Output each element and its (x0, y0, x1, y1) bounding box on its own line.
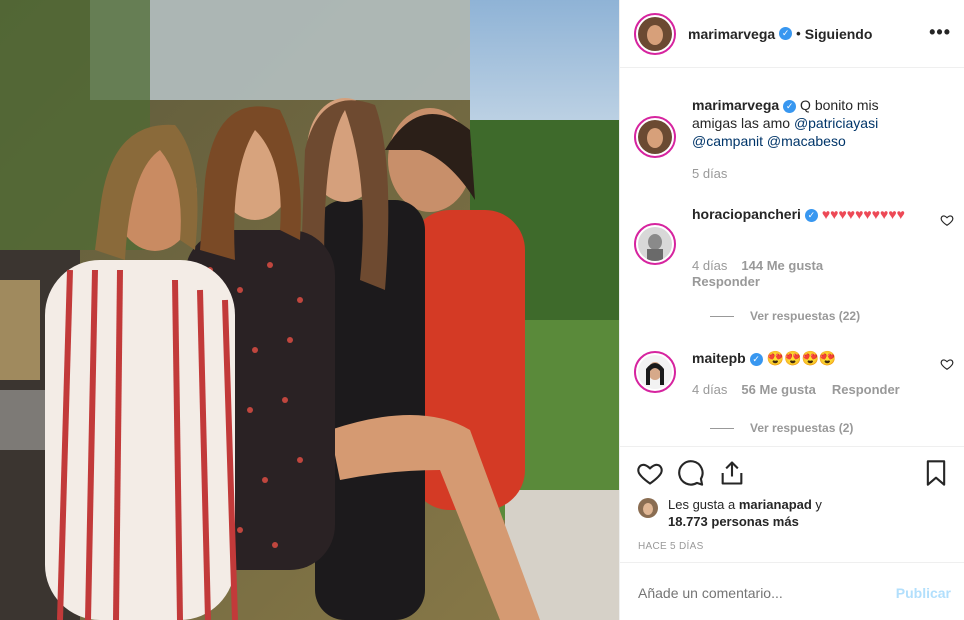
share-icon[interactable] (718, 459, 746, 487)
view-replies-button[interactable]: Ver respuestas (22) (710, 309, 860, 323)
mention-link[interactable]: @patriciayasi (794, 115, 878, 131)
post-photo[interactable] (0, 0, 619, 620)
liker-username[interactable]: marianapad (739, 497, 812, 512)
comment-time: 4 días (692, 382, 728, 397)
comment-body: ♥♥♥♥♥♥♥♥♥♥ (821, 206, 905, 222)
liker-avatar[interactable] (638, 498, 658, 518)
post-header: marimarvega ✓ • Siguiendo ••• (620, 0, 964, 68)
more-options-icon[interactable]: ••• (929, 22, 951, 43)
likes-text: Les gusta a marianapad y 18.773 personas… (668, 496, 888, 530)
header-separator: • (796, 26, 801, 41)
likes-count[interactable]: 18.773 personas más (668, 514, 799, 529)
header-username[interactable]: marimarvega (688, 26, 775, 42)
post-side-panel: marimarvega ✓ • Siguiendo ••• marimarveg… (619, 0, 964, 620)
view-replies-button[interactable]: Ver respuestas (2) (710, 421, 853, 435)
comment-meta: 4 días 144 Me gusta (692, 258, 823, 273)
following-button[interactable]: Siguiendo (805, 26, 873, 42)
caption-avatar[interactable] (634, 116, 676, 158)
avatar[interactable] (634, 12, 676, 55)
comment-meta: 4 días 56 Me gusta Responder (692, 382, 900, 397)
like-comment-heart-icon[interactable] (940, 213, 954, 227)
comment-text: maitepb ✓ 😍😍😍😍 (692, 349, 912, 367)
comments-list: marimarvega ✓ Q bonito mis amigas las amo… (620, 68, 964, 446)
mention-link[interactable]: @macabeso (767, 133, 846, 149)
post-timestamp[interactable]: HACE 5 DÍAS (638, 541, 704, 552)
comment-body: 😍😍😍😍 (766, 350, 837, 366)
verified-icon: ✓ (804, 209, 818, 222)
verified-icon: ✓ (779, 27, 793, 40)
publish-button[interactable]: Publicar (896, 585, 951, 601)
mention-link[interactable]: @campanit (692, 133, 763, 149)
comment-icon[interactable] (677, 459, 705, 487)
reply-button[interactable]: Responder (692, 274, 760, 289)
likes-prefix: Les gusta a (668, 497, 739, 512)
comment-likes[interactable]: 56 Me gusta (741, 382, 815, 397)
comment-username[interactable]: horaciopancheri (692, 206, 801, 222)
post-actions: Les gusta a marianapad y 18.773 personas… (620, 446, 964, 562)
verified-icon: ✓ (749, 353, 763, 366)
comment-likes[interactable]: 144 Me gusta (741, 258, 823, 273)
comment-avatar[interactable] (634, 351, 676, 393)
comment-text: horaciopancheri ✓ ♥♥♥♥♥♥♥♥♥♥ (692, 205, 912, 223)
likes-middle: y (811, 497, 822, 512)
comment-username[interactable]: maitepb (692, 350, 746, 366)
caption-text: marimarvega ✓ Q bonito mis amigas las amo… (692, 96, 912, 150)
comment-input[interactable] (638, 585, 878, 601)
caption-time: 5 días (692, 166, 728, 181)
reply-button[interactable]: Responder (832, 382, 900, 397)
comment-avatar[interactable] (634, 223, 676, 265)
heart-icon[interactable] (636, 459, 664, 487)
like-comment-heart-icon[interactable] (940, 357, 954, 371)
instagram-post: marimarvega ✓ • Siguiendo ••• marimarveg… (0, 0, 964, 620)
comment-time: 4 días (692, 258, 728, 273)
caption-username[interactable]: marimarvega (692, 97, 779, 113)
bookmark-icon[interactable] (922, 459, 950, 487)
group-photo-illustration (0, 0, 619, 620)
verified-icon: ✓ (783, 100, 797, 113)
add-comment-bar: Publicar (620, 562, 964, 620)
